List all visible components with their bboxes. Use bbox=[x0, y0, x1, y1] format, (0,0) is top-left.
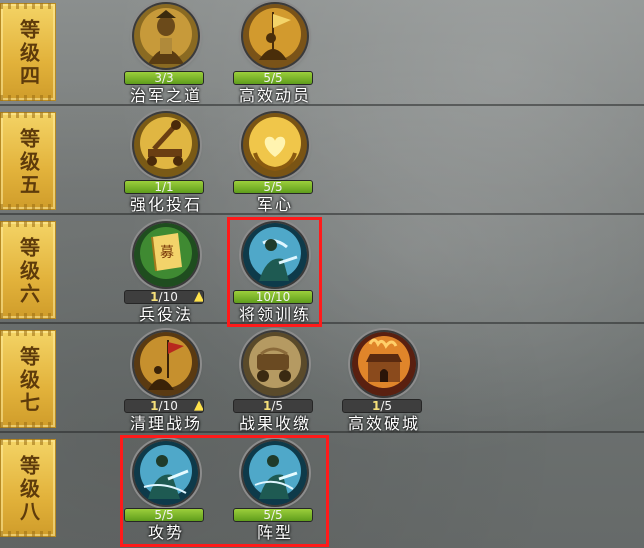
level-max: 5 bbox=[275, 180, 283, 194]
level-bar: 1/10 ▲ bbox=[124, 399, 204, 413]
level-current: 1 bbox=[371, 399, 381, 413]
skill-gaoxiao-dongyuan[interactable]: 5/5 高效动员 bbox=[227, 4, 323, 105]
skill-name: 战果收缴 bbox=[238, 414, 311, 433]
level-text: 5/5 bbox=[263, 180, 283, 194]
burning-city-icon bbox=[352, 332, 416, 396]
level-text: 1/5 bbox=[262, 399, 284, 413]
skill-name: 军心 bbox=[256, 195, 293, 214]
skill-name: 兵役法 bbox=[138, 305, 193, 324]
tier-label: 等级八 bbox=[16, 454, 41, 524]
skill-qianghua-toushi[interactable]: 1/1 强化投石 bbox=[118, 113, 214, 214]
catapult-icon bbox=[134, 113, 198, 177]
upgrade-arrow-icon: ▲ bbox=[194, 399, 204, 413]
skill-bingyifa[interactable]: 募 1/10 ▲ 兵役法 bbox=[118, 223, 214, 324]
skill-name: 高效破城 bbox=[347, 414, 420, 433]
level-bar: 5/5 bbox=[233, 180, 313, 194]
level-current: 1 bbox=[154, 180, 162, 194]
level-text: 1/10 bbox=[150, 290, 178, 304]
upgrade-arrow-icon: ▲ bbox=[194, 290, 204, 304]
tier-label-panel: 等级五 bbox=[0, 112, 56, 210]
skill-name: 清理战场 bbox=[129, 414, 202, 433]
banner-horseman-icon bbox=[243, 4, 307, 68]
svg-text:募: 募 bbox=[160, 245, 174, 261]
level-bar: 1/10 ▲ bbox=[124, 290, 204, 304]
level-text: 1/10 bbox=[150, 399, 178, 413]
skill-name: 强化投石 bbox=[129, 195, 202, 214]
level-text: 5/5 bbox=[263, 71, 283, 85]
tier-label: 等级四 bbox=[16, 18, 41, 88]
tier-row-6: 等级六 募 1/10 ▲ 兵役法 10/10 将领训练 bbox=[0, 218, 644, 324]
level-bar: 1/5 bbox=[342, 399, 422, 413]
tier-label-panel: 等级八 bbox=[0, 439, 56, 537]
tier-row-7: 等级七 1/10 ▲ 清理战场 1/5 战果收缴 1/5 高效破城 bbox=[0, 327, 644, 433]
level-current: 1 bbox=[150, 290, 159, 304]
tier-label-panel: 等级六 bbox=[0, 221, 56, 319]
level-text: 3/3 bbox=[154, 71, 174, 85]
skill-name: 治军之道 bbox=[129, 86, 202, 105]
highlight-box-jiangling-xunlian bbox=[227, 217, 322, 327]
level-current: 1 bbox=[262, 399, 272, 413]
tier-row-5: 等级五 1/1 强化投石 5/5 军心 bbox=[0, 109, 644, 215]
level-current: 3 bbox=[154, 71, 162, 85]
skill-zhijun[interactable]: 3/3 治军之道 bbox=[118, 4, 214, 105]
level-max: 1 bbox=[166, 180, 174, 194]
skill-qingli-zhanchang[interactable]: 1/10 ▲ 清理战场 bbox=[118, 332, 214, 433]
tier-row-4: 等级四 3/3 治军之道 5/5 高效动员 bbox=[0, 0, 644, 106]
level-max: 10 bbox=[162, 399, 178, 413]
level-bar: 1/5 bbox=[233, 399, 313, 413]
tier-label: 等级六 bbox=[16, 236, 41, 306]
level-current: 1 bbox=[150, 399, 159, 413]
level-bar: 5/5 bbox=[233, 71, 313, 85]
tier-label: 等级五 bbox=[16, 127, 41, 197]
highlight-box-tier-8 bbox=[120, 435, 329, 547]
level-text: 1/5 bbox=[371, 399, 393, 413]
heart-hands-icon bbox=[243, 113, 307, 177]
tier-label-panel: 等级四 bbox=[0, 3, 56, 101]
level-bar: 1/1 bbox=[124, 180, 204, 194]
level-max: 5 bbox=[384, 399, 393, 413]
level-max: 10 bbox=[162, 290, 178, 304]
battlefield-flag-icon bbox=[134, 332, 198, 396]
skill-zhanguo-shoujiao[interactable]: 1/5 战果收缴 bbox=[227, 332, 323, 433]
level-current: 5 bbox=[263, 180, 271, 194]
tier-label: 等级七 bbox=[16, 345, 41, 415]
skill-name: 高效动员 bbox=[238, 86, 311, 105]
general-armor-icon bbox=[134, 4, 198, 68]
level-max: 5 bbox=[275, 399, 284, 413]
skill-junxin[interactable]: 5/5 军心 bbox=[227, 113, 323, 214]
level-max: 5 bbox=[275, 71, 283, 85]
tier-label-panel: 等级七 bbox=[0, 330, 56, 428]
level-text: 1/1 bbox=[154, 180, 174, 194]
level-current: 5 bbox=[263, 71, 271, 85]
level-bar: 3/3 bbox=[124, 71, 204, 85]
skill-gaoxiao-pocheng[interactable]: 1/5 高效破城 bbox=[336, 332, 432, 433]
level-max: 3 bbox=[166, 71, 174, 85]
war-cart-icon bbox=[243, 332, 307, 396]
recruit-scroll-icon: 募 bbox=[134, 223, 198, 287]
